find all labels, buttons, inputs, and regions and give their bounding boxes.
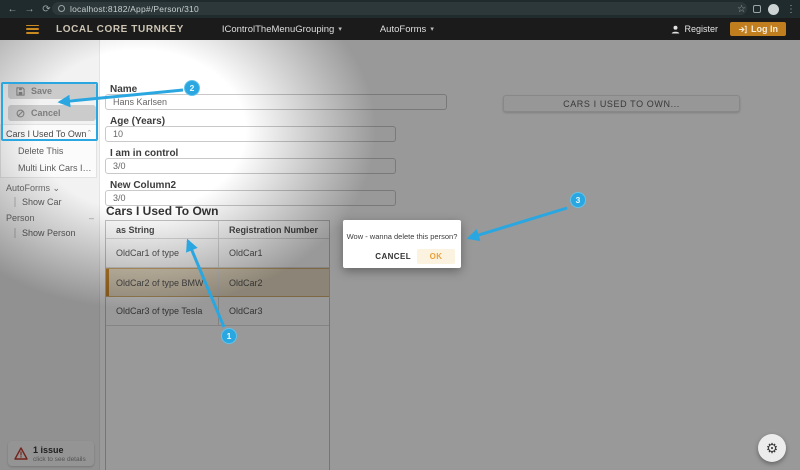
menu-item-multi-link[interactable]: Multi Link Cars I Used To Own — [18, 163, 94, 173]
url-text: localhost:8182/App#/Person/310 — [70, 4, 199, 14]
back-icon[interactable]: ← — [4, 4, 21, 15]
sidebar-item-show-car[interactable]: Show Car — [14, 197, 62, 207]
chevron-down-icon: ▾ — [430, 25, 434, 33]
extensions-icon[interactable] — [753, 5, 761, 13]
address-bar[interactable]: localhost:8182/App#/Person/310 — [52, 2, 747, 15]
gear-icon: ⚙ — [766, 441, 779, 455]
site-info-icon[interactable] — [58, 5, 65, 12]
bookmark-star-icon[interactable]: ☆ — [737, 4, 746, 15]
table-row-selected[interactable]: OldCar2 of type BMW OldCar2 — [106, 268, 329, 297]
table-row[interactable]: OldCar3 of type Tesla OldCar3 — [106, 297, 329, 326]
profile-avatar[interactable] — [768, 4, 779, 15]
save-floppy-icon — [16, 87, 25, 96]
menu-icontrolthemenugrouping[interactable]: IControlTheMenuGrouping▾ — [222, 24, 342, 35]
hamburger-menu-icon[interactable] — [26, 25, 39, 34]
input-name[interactable] — [105, 94, 447, 110]
issue-count: 1 issue — [33, 445, 86, 455]
browser-toolbar: ← → ⟳ localhost:8182/App#/Person/310 ☆ ⋮ — [0, 0, 800, 18]
warning-triangle-icon — [14, 447, 28, 460]
login-icon — [738, 25, 747, 34]
dialog-ok-button[interactable]: OK — [417, 249, 455, 264]
table-title: Cars I Used To Own — [106, 204, 218, 218]
col-header-registration: Registration Number — [218, 221, 329, 238]
cars-i-used-to-own-button[interactable]: CARS I USED TO OWN... — [503, 95, 740, 112]
brand-title: LOCAL CORE TURNKEY — [56, 24, 184, 35]
sidebar-item-show-person[interactable]: Show Person — [14, 228, 76, 238]
col-header-as-string: as String — [106, 221, 218, 238]
section-autoforms[interactable]: AutoForms ⌄ — [6, 183, 94, 194]
dialog-cancel-button[interactable]: CANCEL — [375, 252, 411, 261]
menu-group-cars-i-used-to-own[interactable]: Cars I Used To Own ⌃ — [1, 125, 96, 139]
screenshot-frame: ← → ⟳ localhost:8182/App#/Person/310 ☆ ⋮… — [0, 0, 800, 470]
collapse-icon: – — [89, 213, 94, 223]
menu-autoforms[interactable]: AutoForms▾ — [380, 24, 434, 35]
cancel-slash-icon — [16, 109, 25, 118]
login-button[interactable]: Log In — [730, 22, 786, 36]
chevron-up-icon: ⌃ — [86, 129, 92, 139]
input-age[interactable] — [105, 126, 396, 142]
table-header-row: as String Registration Number — [106, 221, 329, 239]
browser-menu-icon[interactable]: ⋮ — [786, 4, 796, 15]
cars-table: as String Registration Number OldCar1 of… — [105, 220, 330, 470]
issue-notification[interactable]: 1 issue click to see details — [8, 441, 94, 466]
sidebar: Save Cancel Cars I Used To Own ⌃ Delete … — [0, 40, 100, 470]
settings-fab[interactable]: ⚙ — [758, 434, 786, 462]
section-person[interactable]: Person– — [6, 213, 94, 223]
input-i-am-in-control[interactable] — [105, 158, 396, 174]
chevron-down-icon: ▾ — [338, 25, 342, 33]
cars-menu-group: Cars I Used To Own ⌃ Delete This Multi L… — [0, 124, 97, 178]
menu-item-delete-this[interactable]: Delete This — [18, 146, 94, 156]
table-row[interactable]: OldCar1 of type OldCar1 — [106, 239, 329, 268]
person-icon — [671, 25, 680, 34]
app-bar: LOCAL CORE TURNKEY IControlTheMenuGroupi… — [0, 18, 800, 40]
cancel-button[interactable]: Cancel — [8, 105, 96, 121]
issue-subtitle: click to see details — [33, 456, 86, 463]
register-link[interactable]: Register — [671, 24, 718, 34]
delete-confirmation-dialog: Wow - wanna delete this person? CANCEL O… — [343, 220, 461, 268]
save-button[interactable]: Save — [8, 83, 96, 99]
forward-icon[interactable]: → — [21, 4, 38, 15]
dialog-message: Wow - wanna delete this person? — [343, 232, 461, 241]
